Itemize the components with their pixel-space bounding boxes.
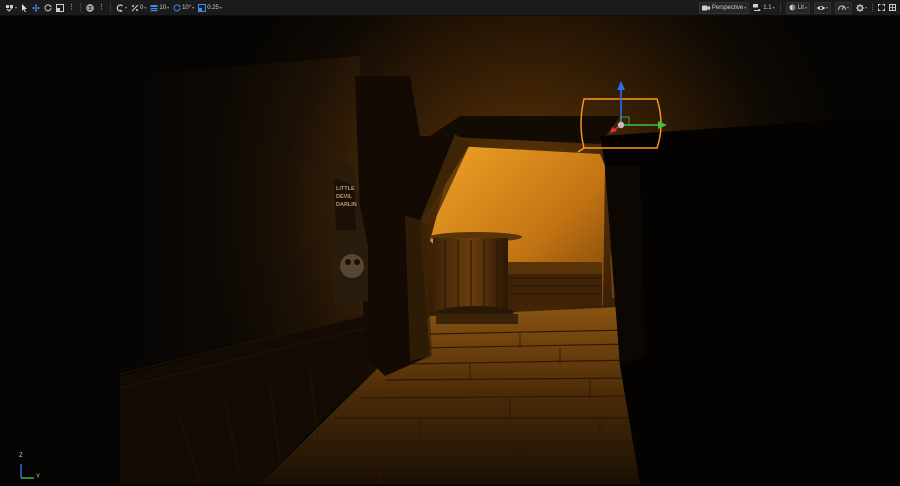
toolbar-divider bbox=[80, 3, 82, 12]
chevron-down-icon: ▾ bbox=[825, 5, 828, 10]
poster-text-line3: DARLIN bbox=[336, 202, 357, 208]
toolbar-divider bbox=[779, 3, 781, 12]
grid-snap-value: 0 bbox=[140, 4, 144, 11]
chevron-down-icon: ▾ bbox=[192, 5, 195, 10]
select-tool-button[interactable] bbox=[19, 1, 30, 14]
viewport-toolbar: ▾ ⋮ ⋮ ▾ 0 ▾ 10 ▾ 10° ▾ 0.25 ▾ Perspectiv… bbox=[0, 0, 900, 16]
lighting-mode-dropdown[interactable]: Lit ▾ bbox=[785, 1, 810, 14]
poster-text-line1: LITTLE bbox=[336, 186, 355, 192]
rotate-snap-icon bbox=[173, 3, 181, 11]
lit-sphere-icon bbox=[789, 4, 796, 11]
scale-snap-value: 0.25 bbox=[207, 4, 219, 11]
camera-speed-label: 1.1 bbox=[763, 4, 772, 11]
camera-icon bbox=[701, 5, 710, 10]
viewport-options-button[interactable]: ▾ bbox=[3, 1, 19, 14]
performance-scalability-dropdown[interactable]: ▾ bbox=[834, 1, 852, 14]
rotate-icon bbox=[44, 3, 52, 11]
view-mode-dropdown[interactable]: Perspective ▾ bbox=[698, 1, 750, 14]
scale-snap-button[interactable]: 0.25 ▾ bbox=[196, 1, 224, 14]
chevron-down-icon: ▾ bbox=[167, 5, 170, 10]
viewport-layout-button[interactable] bbox=[887, 1, 898, 14]
surface-snapping-button[interactable]: ▾ bbox=[114, 1, 129, 14]
scene-render: LITTLE DEVIL DARLIN bbox=[0, 16, 900, 484]
more-tools-button[interactable]: ⋮ bbox=[66, 1, 77, 14]
lighting-mode-label: Lit bbox=[797, 4, 804, 11]
show-flags-dropdown[interactable]: ▾ bbox=[813, 1, 831, 14]
chevron-down-icon: ▾ bbox=[772, 5, 775, 10]
scale-snap-icon bbox=[198, 3, 207, 12]
world-axis-indicator: Z Y bbox=[14, 453, 44, 486]
maximize-viewport-button[interactable] bbox=[876, 1, 887, 14]
grid-snap-icon bbox=[131, 4, 139, 11]
view-mode-label: Perspective bbox=[711, 4, 744, 11]
gear-icon bbox=[855, 3, 864, 12]
rotate-snap-value: 10° bbox=[182, 4, 192, 11]
scale-icon bbox=[56, 3, 65, 12]
toolbar-divider bbox=[110, 3, 112, 12]
toolbar-right-group: Perspective ▾ 1.1 ▾ Lit ▾ ▾ ▾ ▾ bbox=[697, 0, 900, 15]
toolbar-more-options-button[interactable]: ⋮ bbox=[96, 1, 107, 14]
layout-grid-icon bbox=[889, 4, 896, 11]
grid-snap-button[interactable]: 0 ▾ bbox=[129, 1, 148, 14]
viewport-menu-icon bbox=[6, 4, 13, 12]
chevron-down-icon: ▾ bbox=[864, 5, 867, 10]
rotate-snap-button[interactable]: 10° ▾ bbox=[171, 1, 196, 14]
axis-indicator-icon bbox=[20, 464, 34, 479]
eye-icon bbox=[816, 5, 825, 10]
more-vertical-icon: ⋮ bbox=[98, 3, 106, 11]
gizmo-center-handle[interactable] bbox=[617, 121, 625, 129]
viewport-settings-dropdown[interactable]: ▾ bbox=[854, 1, 869, 14]
move-icon bbox=[32, 3, 41, 12]
translate-snap-icon bbox=[150, 4, 158, 11]
surface-snap-icon bbox=[116, 3, 124, 12]
chevron-down-icon: ▾ bbox=[804, 5, 807, 10]
toolbar-divider bbox=[872, 3, 873, 12]
chevron-down-icon: ▾ bbox=[144, 5, 147, 10]
more-vertical-icon: ⋮ bbox=[68, 3, 76, 11]
chevron-down-icon: ▾ bbox=[15, 5, 18, 10]
camera-speed-dropdown[interactable]: 1.1 ▾ bbox=[751, 1, 776, 14]
rotate-tool-button[interactable] bbox=[42, 1, 54, 14]
axis-y-label: Y bbox=[36, 474, 41, 480]
axis-z-label: Z bbox=[19, 453, 23, 459]
chevron-down-icon: ▾ bbox=[125, 5, 128, 10]
scale-tool-button[interactable] bbox=[54, 1, 66, 14]
gauge-icon bbox=[838, 5, 846, 11]
poster-text-line2: DEVIL bbox=[336, 194, 353, 200]
select-arrow-icon bbox=[22, 3, 28, 12]
chevron-down-icon: ▾ bbox=[219, 5, 222, 10]
translate-tool-button[interactable] bbox=[30, 1, 42, 14]
camera-speed-icon bbox=[753, 4, 761, 11]
translate-snap-value: 10 bbox=[159, 4, 167, 11]
level-viewport[interactable]: LITTLE DEVIL DARLIN Z Y bbox=[0, 16, 900, 484]
globe-icon bbox=[86, 3, 94, 12]
coordinate-system-button[interactable] bbox=[84, 1, 96, 14]
expand-icon bbox=[878, 4, 885, 11]
chevron-down-icon: ▾ bbox=[744, 5, 747, 10]
translate-snap-button[interactable]: 10 ▾ bbox=[148, 1, 171, 14]
chevron-down-icon: ▾ bbox=[846, 5, 849, 10]
toolbar-left-group: ▾ ⋮ ⋮ ▾ 0 ▾ 10 ▾ 10° ▾ 0.25 ▾ bbox=[0, 0, 224, 15]
